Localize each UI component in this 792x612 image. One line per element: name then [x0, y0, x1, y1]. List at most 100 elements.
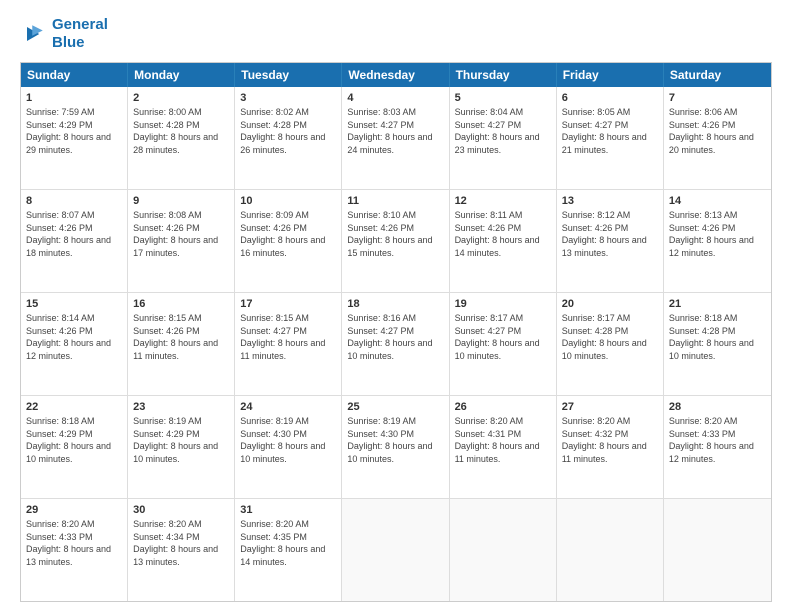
calendar-cell: 31 Sunrise: 8:20 AM Sunset: 4:35 PM Dayl…: [235, 499, 342, 601]
week-row-2: 8 Sunrise: 8:07 AM Sunset: 4:26 PM Dayli…: [21, 189, 771, 292]
day-number: 28: [669, 400, 766, 415]
cell-sunrise: Sunrise: 8:19 AM: [347, 416, 416, 426]
day-number: 11: [347, 194, 443, 209]
calendar-cell: [450, 499, 557, 601]
calendar-cell: 9 Sunrise: 8:08 AM Sunset: 4:26 PM Dayli…: [128, 190, 235, 292]
cell-sunrise: Sunrise: 8:15 AM: [133, 313, 202, 323]
cell-sunset: Sunset: 4:29 PM: [26, 429, 93, 439]
calendar-cell: [664, 499, 771, 601]
day-number: 8: [26, 194, 122, 209]
day-number: 6: [562, 91, 658, 106]
day-number: 20: [562, 297, 658, 312]
cell-daylight: Daylight: 8 hours and 21 minutes.: [562, 132, 647, 155]
calendar-cell: 13 Sunrise: 8:12 AM Sunset: 4:26 PM Dayl…: [557, 190, 664, 292]
week-row-3: 15 Sunrise: 8:14 AM Sunset: 4:26 PM Dayl…: [21, 292, 771, 395]
cell-daylight: Daylight: 8 hours and 10 minutes.: [347, 441, 432, 464]
cell-sunset: Sunset: 4:27 PM: [562, 120, 629, 130]
day-number: 22: [26, 400, 122, 415]
calendar-cell: 19 Sunrise: 8:17 AM Sunset: 4:27 PM Dayl…: [450, 293, 557, 395]
cell-sunrise: Sunrise: 8:13 AM: [669, 210, 738, 220]
cell-daylight: Daylight: 8 hours and 14 minutes.: [240, 544, 325, 567]
cell-sunrise: Sunrise: 8:16 AM: [347, 313, 416, 323]
cell-sunrise: Sunrise: 8:08 AM: [133, 210, 202, 220]
cell-daylight: Daylight: 8 hours and 28 minutes.: [133, 132, 218, 155]
cell-sunset: Sunset: 4:26 PM: [26, 326, 93, 336]
day-number: 23: [133, 400, 229, 415]
cell-daylight: Daylight: 8 hours and 18 minutes.: [26, 235, 111, 258]
cell-sunrise: Sunrise: 7:59 AM: [26, 107, 95, 117]
cell-daylight: Daylight: 8 hours and 13 minutes.: [562, 235, 647, 258]
cell-sunrise: Sunrise: 8:19 AM: [133, 416, 202, 426]
cell-daylight: Daylight: 8 hours and 12 minutes.: [669, 235, 754, 258]
cell-daylight: Daylight: 8 hours and 20 minutes.: [669, 132, 754, 155]
cell-sunrise: Sunrise: 8:04 AM: [455, 107, 524, 117]
calendar-cell: 10 Sunrise: 8:09 AM Sunset: 4:26 PM Dayl…: [235, 190, 342, 292]
day-number: 31: [240, 503, 336, 518]
calendar-cell: 20 Sunrise: 8:17 AM Sunset: 4:28 PM Dayl…: [557, 293, 664, 395]
day-number: 14: [669, 194, 766, 209]
calendar-cell: [557, 499, 664, 601]
cell-sunset: Sunset: 4:33 PM: [669, 429, 736, 439]
calendar-page: General Blue Sunday Monday Tuesday Wedne…: [0, 0, 792, 612]
cell-sunset: Sunset: 4:26 PM: [669, 120, 736, 130]
day-number: 19: [455, 297, 551, 312]
calendar-cell: 29 Sunrise: 8:20 AM Sunset: 4:33 PM Dayl…: [21, 499, 128, 601]
cell-sunset: Sunset: 4:26 PM: [455, 223, 522, 233]
header-thursday: Thursday: [450, 63, 557, 87]
cell-sunset: Sunset: 4:26 PM: [133, 326, 200, 336]
cell-daylight: Daylight: 8 hours and 10 minutes.: [562, 338, 647, 361]
header-saturday: Saturday: [664, 63, 771, 87]
cell-sunset: Sunset: 4:28 PM: [133, 120, 200, 130]
calendar-cell: 8 Sunrise: 8:07 AM Sunset: 4:26 PM Dayli…: [21, 190, 128, 292]
calendar-cell: 12 Sunrise: 8:11 AM Sunset: 4:26 PM Dayl…: [450, 190, 557, 292]
calendar-cell: 4 Sunrise: 8:03 AM Sunset: 4:27 PM Dayli…: [342, 87, 449, 189]
cell-sunrise: Sunrise: 8:20 AM: [26, 519, 95, 529]
cell-sunset: Sunset: 4:32 PM: [562, 429, 629, 439]
header-wednesday: Wednesday: [342, 63, 449, 87]
calendar-cell: 24 Sunrise: 8:19 AM Sunset: 4:30 PM Dayl…: [235, 396, 342, 498]
cell-daylight: Daylight: 8 hours and 12 minutes.: [669, 441, 754, 464]
cell-sunrise: Sunrise: 8:11 AM: [455, 210, 523, 220]
cell-sunrise: Sunrise: 8:20 AM: [133, 519, 202, 529]
cell-sunset: Sunset: 4:26 PM: [562, 223, 629, 233]
header-friday: Friday: [557, 63, 664, 87]
day-number: 27: [562, 400, 658, 415]
cell-daylight: Daylight: 8 hours and 10 minutes.: [133, 441, 218, 464]
cell-sunset: Sunset: 4:26 PM: [133, 223, 200, 233]
calendar-cell: 2 Sunrise: 8:00 AM Sunset: 4:28 PM Dayli…: [128, 87, 235, 189]
calendar-cell: 7 Sunrise: 8:06 AM Sunset: 4:26 PM Dayli…: [664, 87, 771, 189]
day-number: 15: [26, 297, 122, 312]
week-row-4: 22 Sunrise: 8:18 AM Sunset: 4:29 PM Dayl…: [21, 395, 771, 498]
cell-sunset: Sunset: 4:27 PM: [455, 326, 522, 336]
day-number: 25: [347, 400, 443, 415]
cell-sunset: Sunset: 4:28 PM: [562, 326, 629, 336]
cell-sunrise: Sunrise: 8:17 AM: [562, 313, 631, 323]
cell-daylight: Daylight: 8 hours and 11 minutes.: [455, 441, 540, 464]
day-number: 26: [455, 400, 551, 415]
cell-daylight: Daylight: 8 hours and 10 minutes.: [669, 338, 754, 361]
cell-sunrise: Sunrise: 8:12 AM: [562, 210, 631, 220]
cell-sunset: Sunset: 4:27 PM: [347, 326, 414, 336]
cell-daylight: Daylight: 8 hours and 11 minutes.: [240, 338, 325, 361]
calendar-header: Sunday Monday Tuesday Wednesday Thursday…: [21, 63, 771, 87]
header-sunday: Sunday: [21, 63, 128, 87]
cell-sunset: Sunset: 4:34 PM: [133, 532, 200, 542]
cell-sunset: Sunset: 4:29 PM: [133, 429, 200, 439]
cell-sunset: Sunset: 4:35 PM: [240, 532, 307, 542]
cell-sunset: Sunset: 4:28 PM: [669, 326, 736, 336]
day-number: 10: [240, 194, 336, 209]
cell-daylight: Daylight: 8 hours and 10 minutes.: [26, 441, 111, 464]
calendar-cell: 11 Sunrise: 8:10 AM Sunset: 4:26 PM Dayl…: [342, 190, 449, 292]
day-number: 5: [455, 91, 551, 106]
calendar-cell: 1 Sunrise: 7:59 AM Sunset: 4:29 PM Dayli…: [21, 87, 128, 189]
calendar-cell: 22 Sunrise: 8:18 AM Sunset: 4:29 PM Dayl…: [21, 396, 128, 498]
day-number: 30: [133, 503, 229, 518]
calendar-cell: 26 Sunrise: 8:20 AM Sunset: 4:31 PM Dayl…: [450, 396, 557, 498]
calendar-cell: 17 Sunrise: 8:15 AM Sunset: 4:27 PM Dayl…: [235, 293, 342, 395]
calendar-cell: 27 Sunrise: 8:20 AM Sunset: 4:32 PM Dayl…: [557, 396, 664, 498]
cell-sunrise: Sunrise: 8:02 AM: [240, 107, 309, 117]
calendar-cell: [342, 499, 449, 601]
calendar-cell: 16 Sunrise: 8:15 AM Sunset: 4:26 PM Dayl…: [128, 293, 235, 395]
cell-daylight: Daylight: 8 hours and 29 minutes.: [26, 132, 111, 155]
week-row-5: 29 Sunrise: 8:20 AM Sunset: 4:33 PM Dayl…: [21, 498, 771, 601]
